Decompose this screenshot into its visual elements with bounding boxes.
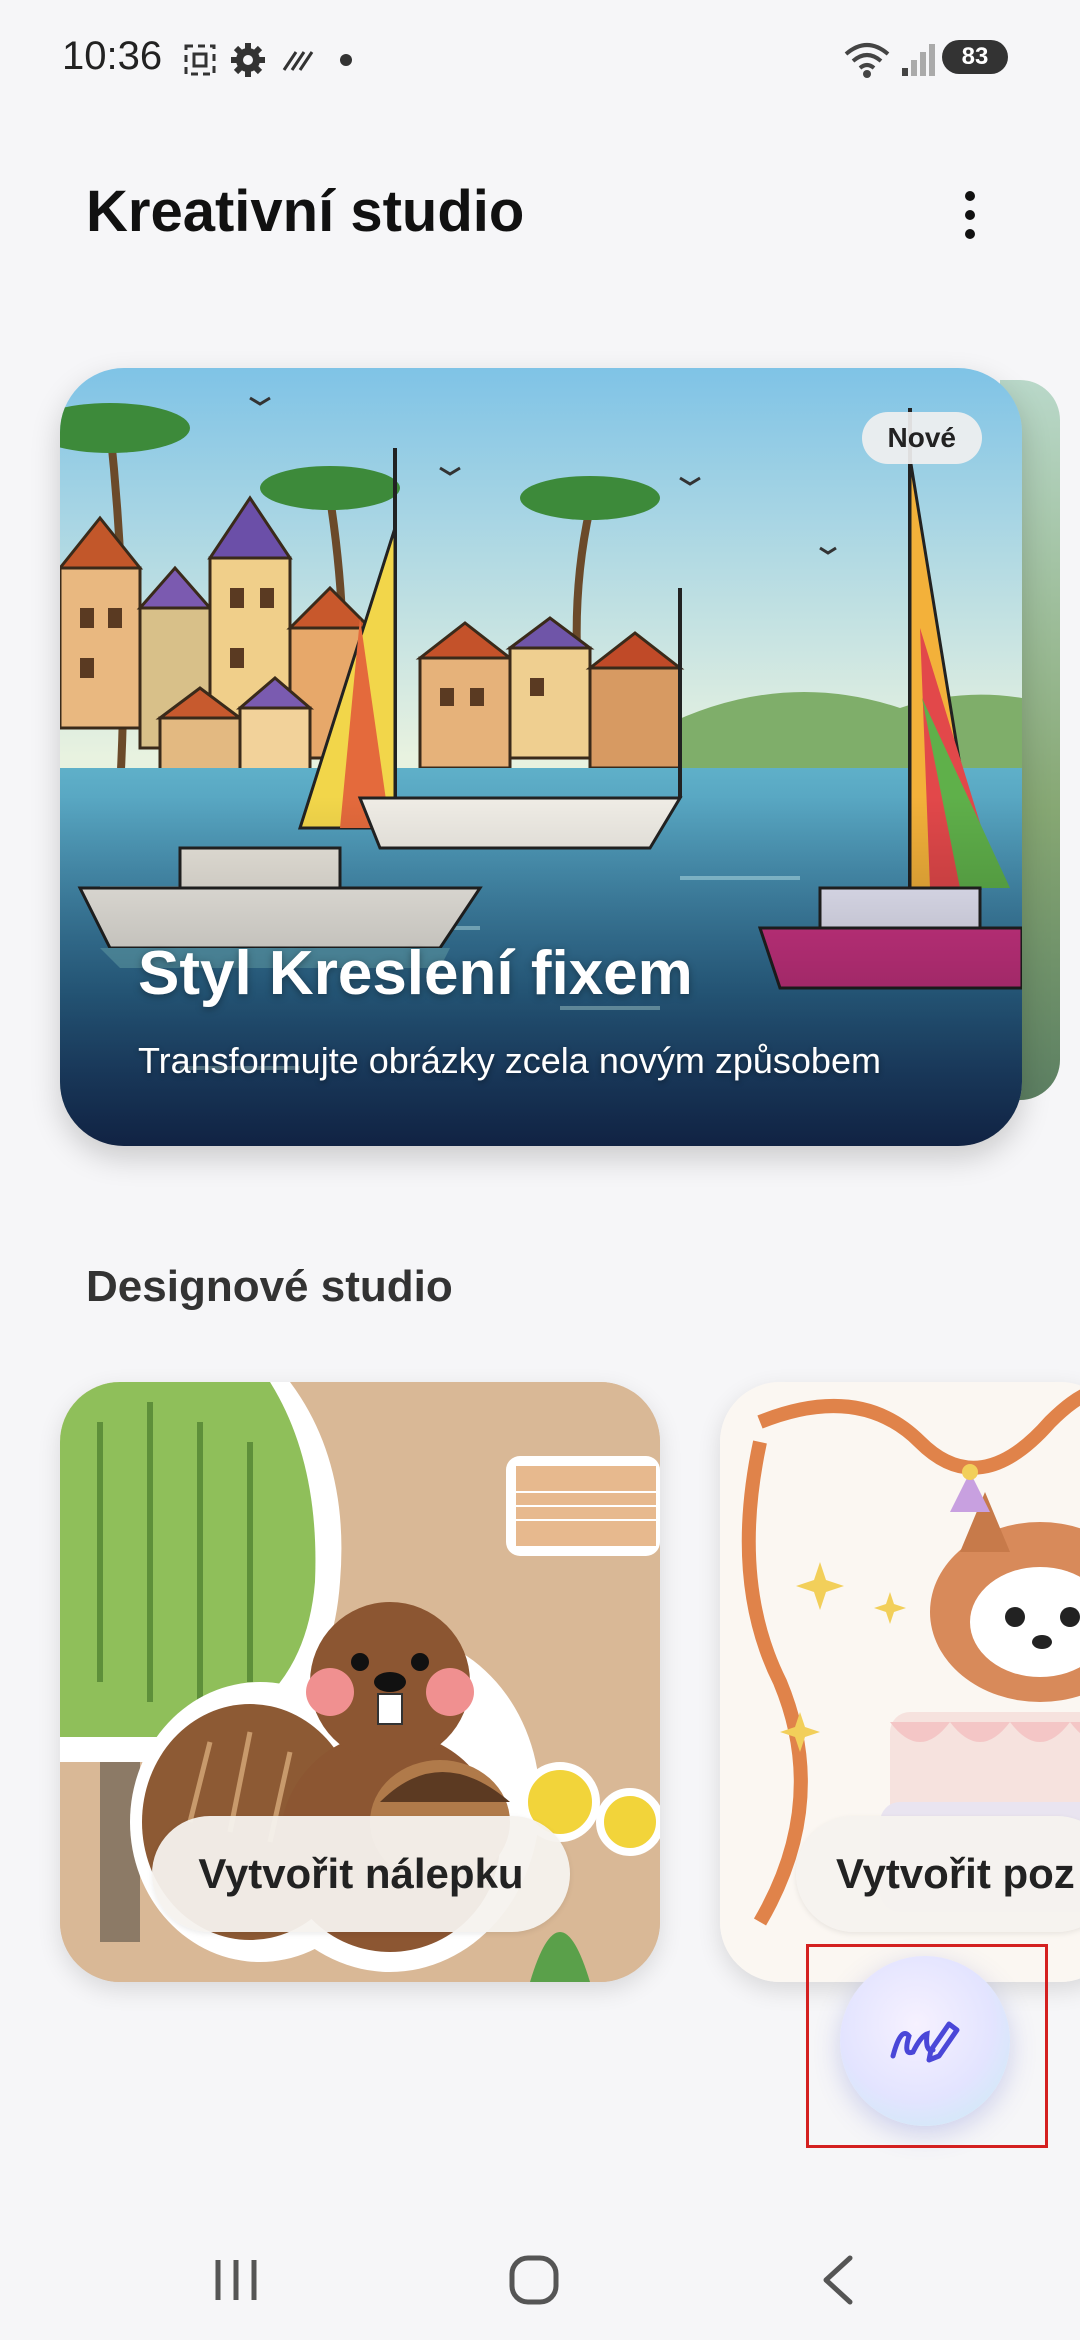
settings-gear-icon [231,43,265,77]
hero-subtitle: Transformujte obrázky zcela novým způsob… [138,1040,881,1081]
nfc-stripes-icon [282,51,314,71]
home-icon[interactable] [504,2250,564,2310]
more-dot-icon [965,229,975,239]
status-bar: 10:36 83 [0,0,1080,120]
system-navigation-bar [0,2220,1080,2340]
signal-icon [902,44,935,76]
section-title-design-studio: Designové studio [86,1262,453,1311]
more-dot-icon [965,210,975,220]
more-options-button[interactable] [940,180,1000,250]
page-title: Kreativní studio [86,179,525,244]
screenshot-icon [184,44,216,76]
battery-indicator: 83 [942,40,1008,74]
hero-harbor-illustration [60,368,1022,1146]
hero-title: Styl Kreslení fixem [138,939,693,1008]
more-dot-icon [965,191,975,201]
tile-create-background[interactable]: Vytvořit poz [720,1382,1080,1982]
new-badge: Nové [861,412,982,464]
wifi-icon [844,43,890,78]
back-icon[interactable] [810,2250,870,2310]
recent-apps-icon[interactable] [206,2250,266,2310]
create-sticker-button[interactable]: Vytvořit nálepku [152,1816,570,1932]
status-time: 10:36 [62,34,163,78]
tile-create-sticker[interactable]: Vytvořit nálepku [60,1382,660,1982]
fab-highlight-frame [806,1944,1048,2148]
create-background-button[interactable]: Vytvořit poz [796,1816,1080,1932]
hero-card-marker-style[interactable]: Nové Styl Kreslení fixem Transformujte o… [60,368,1022,1146]
notification-dot-icon [340,54,352,66]
